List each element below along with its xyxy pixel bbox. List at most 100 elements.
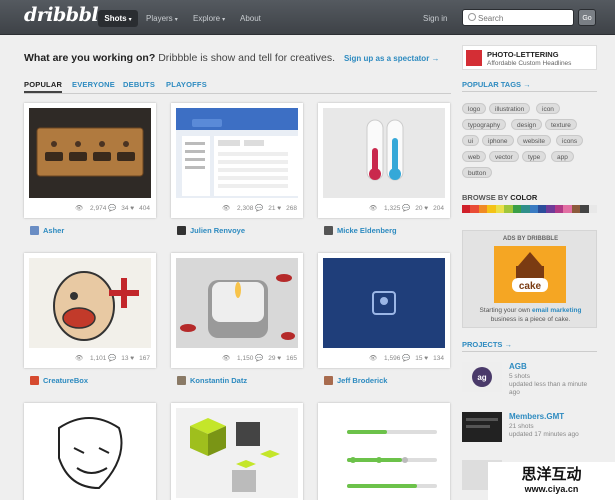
shot-thumbnail-progress-steps[interactable] bbox=[323, 408, 445, 498]
cake-ad-image[interactable]: cake bbox=[494, 246, 566, 303]
project-name[interactable]: Members.GMT bbox=[509, 412, 564, 421]
shot-author[interactable]: Asher bbox=[30, 226, 64, 235]
shot-card[interactable]: 👁 1,150 💬 29 ♥ 165 bbox=[171, 253, 303, 368]
tag-illustration[interactable]: illustration bbox=[489, 103, 531, 114]
search-icon bbox=[468, 13, 476, 21]
color-swatch[interactable] bbox=[546, 205, 555, 213]
project-item[interactable]: ag AGB 5 shots updated less than a minute… bbox=[462, 362, 597, 396]
tag-icon[interactable]: icon bbox=[536, 103, 560, 114]
ads-text-2: business is a piece of cake. bbox=[490, 316, 571, 323]
tag-icons[interactable]: icons bbox=[556, 135, 584, 146]
color-swatch[interactable] bbox=[504, 205, 513, 213]
color-swatch[interactable] bbox=[521, 205, 530, 213]
tag-web[interactable]: web bbox=[462, 151, 486, 162]
shot-author[interactable]: Jeff Broderick bbox=[324, 376, 387, 385]
nav-explore[interactable]: Explore ▾ bbox=[193, 10, 225, 27]
author-name: CreatureBox bbox=[43, 376, 89, 385]
color-swatch[interactable] bbox=[571, 205, 581, 213]
project-updated: updated 17 minutes ago bbox=[509, 431, 579, 438]
shot-card[interactable]: 👁 2,974 💬 34 ♥ 404 bbox=[24, 103, 156, 218]
ads-by-dribbble[interactable]: ADS BY DRIBBBLE cake Starting your own e… bbox=[462, 230, 597, 328]
tag-app[interactable]: app bbox=[551, 151, 574, 162]
tag-logo[interactable]: logo bbox=[462, 103, 487, 114]
popular-tags-heading[interactable]: POPULAR TAGS → bbox=[462, 80, 597, 92]
browse-color-label: COLOR bbox=[510, 193, 538, 202]
shot-card[interactable]: 👁 1,325 💬 20 ♥ 204 bbox=[318, 103, 450, 218]
nav-players[interactable]: Players ▾ bbox=[146, 10, 178, 27]
nav-about[interactable]: About bbox=[240, 10, 261, 27]
shot-thumbnail-email-ui[interactable] bbox=[176, 108, 298, 198]
search-go-button[interactable]: Go bbox=[578, 9, 596, 26]
shot-author[interactable]: Micke Eldenberg bbox=[324, 226, 397, 235]
tag-vector[interactable]: vector bbox=[489, 151, 519, 162]
tag-typography[interactable]: typography bbox=[462, 119, 507, 130]
color-swatch[interactable] bbox=[495, 205, 505, 213]
tag-website[interactable]: website bbox=[517, 135, 552, 146]
shot-stats: 👁 2,308 💬 21 ♥ 268 bbox=[221, 205, 297, 212]
tag-iphone[interactable]: iphone bbox=[482, 135, 514, 146]
color-swatch[interactable] bbox=[554, 205, 564, 213]
tag-texture[interactable]: texture bbox=[545, 119, 577, 130]
likes-count: 165 bbox=[286, 355, 297, 362]
likes-count: 268 bbox=[286, 205, 297, 212]
color-swatch[interactable] bbox=[580, 205, 589, 213]
shot-card[interactable] bbox=[318, 403, 450, 500]
author-name: Konstantin Datz bbox=[190, 376, 248, 385]
tab-debuts[interactable]: DEBUTS bbox=[123, 80, 155, 89]
comments-count: 29 bbox=[268, 355, 276, 362]
shot-thumbnail-creature[interactable] bbox=[29, 258, 151, 348]
signin-link[interactable]: Sign in bbox=[423, 10, 447, 27]
ad-subtitle: Affordable Custom Headlines bbox=[487, 60, 572, 67]
candle-image bbox=[176, 258, 298, 348]
tag-type[interactable]: type bbox=[522, 151, 547, 162]
shot-card[interactable]: 👁 2,308 💬 21 ♥ 268 bbox=[171, 103, 303, 218]
project-thumbnail: ag bbox=[462, 362, 502, 392]
progress-steps-image bbox=[323, 408, 445, 498]
shot-card[interactable]: 👁 1,596 💬 15 ♥ 134 bbox=[318, 253, 450, 368]
color-swatch[interactable] bbox=[588, 205, 597, 213]
shot-thumbnail-thermometers[interactable] bbox=[323, 108, 445, 198]
projects-heading[interactable]: PROJECTS → bbox=[462, 340, 597, 352]
tag-ui[interactable]: ui bbox=[462, 135, 480, 146]
search-input[interactable] bbox=[478, 12, 568, 24]
color-swatch[interactable] bbox=[478, 205, 488, 213]
avatar bbox=[324, 376, 333, 385]
project-name[interactable]: AGB bbox=[509, 362, 527, 371]
shot-author[interactable]: Konstantin Datz bbox=[177, 376, 247, 385]
shot-thumbnail-cubes[interactable] bbox=[176, 408, 298, 498]
shot-author[interactable]: Julien Renvoye bbox=[177, 226, 245, 235]
photo-lettering-ad[interactable]: PHOTO-LETTERING Affordable Custom Headli… bbox=[462, 45, 597, 70]
shot-author[interactable]: CreatureBox bbox=[30, 376, 88, 385]
color-swatch[interactable] bbox=[529, 205, 538, 213]
tab-playoffs[interactable]: PLAYOFFS bbox=[166, 80, 207, 89]
color-swatch[interactable] bbox=[563, 205, 572, 213]
shot-tabs: POPULAR EVERYONE DEBUTS PLAYOFFS bbox=[24, 80, 451, 94]
shot-thumbnail-blue-icon[interactable] bbox=[323, 258, 445, 348]
color-swatch[interactable] bbox=[462, 205, 471, 213]
tab-everyone[interactable]: EVERYONE bbox=[72, 80, 115, 89]
nav-shots[interactable]: Shots ▾ bbox=[98, 10, 138, 27]
color-swatch[interactable] bbox=[512, 205, 522, 213]
color-swatch[interactable] bbox=[537, 205, 547, 213]
email-marketing-link[interactable]: email marketing bbox=[532, 307, 582, 314]
signup-spectator-link[interactable]: Sign up as a spectator → bbox=[344, 54, 440, 63]
comments-count: 15 bbox=[415, 355, 423, 362]
shot-stats: 👁 1,101 💬 13 ♥ 167 bbox=[74, 355, 150, 362]
color-swatch[interactable] bbox=[487, 205, 496, 213]
project-item[interactable]: Members.GMT 21 shots updated 17 minutes a… bbox=[462, 412, 597, 446]
nav-shots-label: Shots bbox=[104, 14, 127, 23]
shot-thumbnail-joker[interactable] bbox=[29, 408, 151, 498]
shot-card[interactable]: 👁 1,101 💬 13 ♥ 167 bbox=[24, 253, 156, 368]
shot-card[interactable] bbox=[24, 403, 156, 500]
tab-popular[interactable]: POPULAR bbox=[24, 80, 63, 93]
tag-button[interactable]: button bbox=[462, 167, 493, 178]
shot-thumbnail-candle[interactable] bbox=[176, 258, 298, 348]
project-shots: 21 shots bbox=[509, 423, 534, 430]
project-updated: updated less than a minute ago bbox=[509, 381, 588, 396]
shot-card[interactable] bbox=[171, 403, 303, 500]
shot-thumbnail-wood-buttons[interactable] bbox=[29, 108, 151, 198]
color-swatch[interactable] bbox=[470, 205, 479, 213]
author-name: Jeff Broderick bbox=[337, 376, 388, 385]
dribbble-logo[interactable]: dribbble bbox=[24, 4, 110, 26]
tag-design[interactable]: design bbox=[511, 119, 543, 130]
